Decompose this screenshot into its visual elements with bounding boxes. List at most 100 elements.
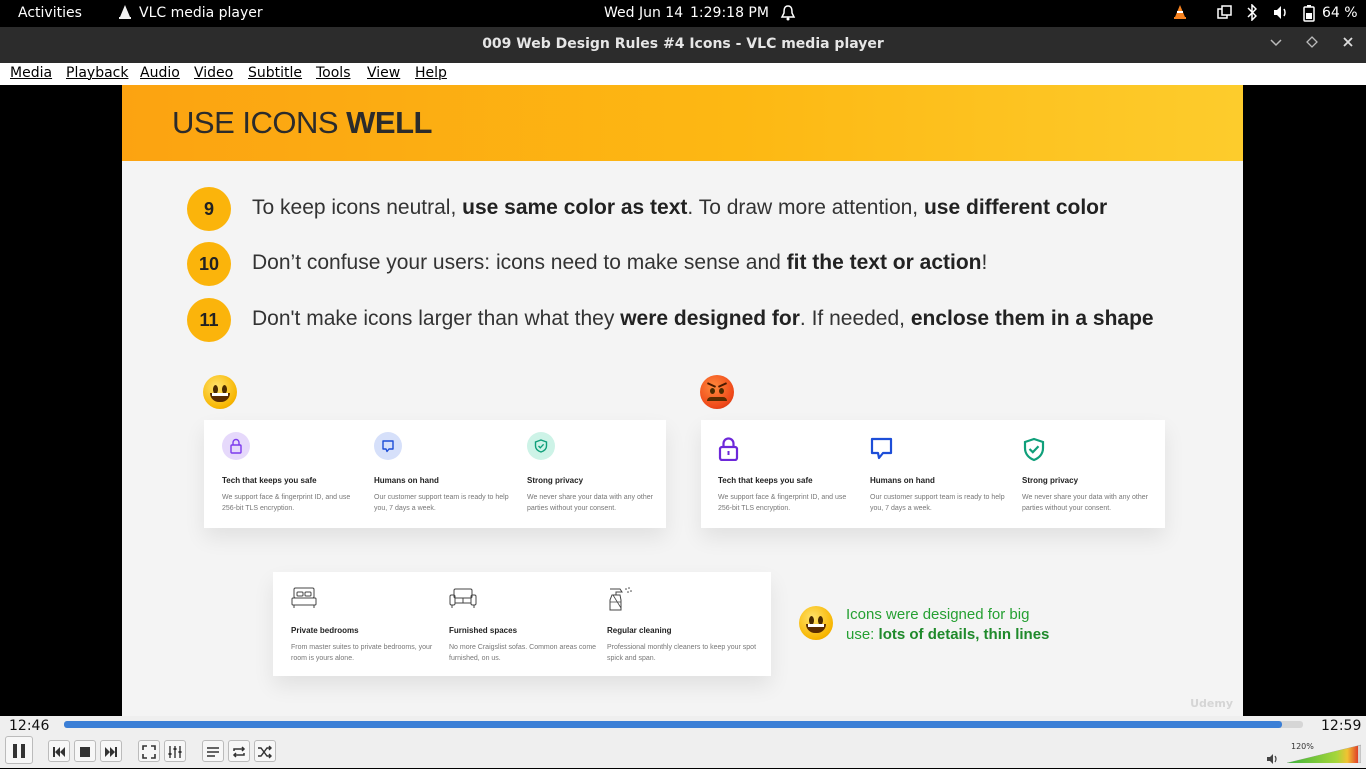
fullscreen-icon — [142, 744, 156, 759]
rule-text-part: Don’t confuse your users: icons need to … — [252, 251, 787, 274]
playlist-icon — [207, 746, 219, 757]
battery-icon[interactable] — [1302, 4, 1316, 26]
feature-title: Humans on hand — [870, 476, 935, 485]
shield-check-icon — [1022, 437, 1046, 467]
menu-media[interactable]: Media — [10, 65, 52, 81]
next-button[interactable] — [100, 740, 122, 762]
rule-text-bold: were designed for — [620, 307, 800, 330]
clock-time[interactable]: 1:29:18 PM — [690, 5, 769, 21]
udemy-watermark: Udemy — [1190, 697, 1233, 710]
rule-text: Don't make icons larger than what they w… — [252, 307, 1154, 331]
menu-bar: Media Playback Audio Video Subtitle Tool… — [0, 63, 1366, 85]
line-icons-card: Private bedrooms From master suites to p… — [273, 572, 771, 676]
feature-desc: We never share your data with any other … — [1022, 494, 1148, 512]
rule-text-bold: use different color — [923, 196, 1108, 219]
rule-text-part: Don't make icons larger than what they — [252, 307, 621, 330]
system-top-bar: Activities VLC media player Wed Jun 14 1… — [0, 0, 1366, 27]
seek-bar[interactable] — [64, 721, 1303, 728]
lock-icon — [718, 437, 740, 465]
rule-number: 10 — [187, 242, 231, 286]
heading-bold: WELL — [346, 105, 432, 140]
rule-9: 9 To keep icons neutral, use same color … — [187, 187, 1237, 231]
maximize-diamond-icon[interactable] — [1302, 35, 1322, 55]
menu-audio[interactable]: Audio — [140, 65, 180, 81]
feature-desc: We never share your data with any other … — [527, 494, 653, 512]
mute-speaker-icon[interactable] — [1266, 750, 1280, 769]
stop-button[interactable] — [74, 740, 96, 762]
slide-banner: USE ICONS WELL — [122, 85, 1243, 161]
menu-playback[interactable]: Playback — [66, 65, 128, 81]
fullscreen-button[interactable] — [138, 740, 160, 762]
rule-text-bold: fit the text or action — [786, 251, 982, 274]
speaker-volume-icon[interactable] — [1273, 5, 1289, 24]
feature-desc: Our customer support team is ready to he… — [870, 494, 1005, 512]
stop-icon — [80, 746, 90, 757]
note-line-2: use: lots of details, thin lines — [846, 625, 1049, 645]
good-example-card: Tech that keeps you safe We support face… — [204, 420, 666, 528]
feature-desc: We support face & fingerprint ID, and us… — [222, 494, 351, 512]
note-line-1: Icons were designed for big — [846, 606, 1030, 623]
elapsed-time[interactable]: 12:46 — [9, 718, 49, 734]
rule-text-part: To keep icons neutral, — [252, 196, 463, 219]
icons-note: Icons were designed for big use: lots of… — [846, 605, 1049, 645]
loop-icon — [232, 745, 246, 758]
rule-number: 11 — [187, 298, 231, 342]
feature-title: Strong privacy — [527, 476, 584, 485]
minimize-chevron-icon[interactable] — [1266, 35, 1286, 55]
note-line-2-bold: lots of details, thin lines — [878, 626, 1050, 643]
rule-number: 9 — [187, 187, 231, 231]
equalizer-sliders-icon — [168, 745, 182, 758]
clock-date[interactable]: Wed Jun 14 — [604, 5, 683, 21]
battery-percent[interactable]: 64 % — [1322, 5, 1358, 21]
pause-button[interactable] — [5, 736, 33, 764]
chat-bubble-icon — [374, 432, 402, 460]
windows-icon[interactable] — [1217, 5, 1232, 24]
activities-button[interactable]: Activities — [18, 5, 82, 21]
vlc-tray-icon[interactable] — [1173, 4, 1187, 24]
happy-emoji-icon — [203, 375, 237, 409]
volume-label: 120% — [1291, 742, 1314, 751]
seek-bar-fill — [64, 721, 1282, 728]
lock-icon — [222, 432, 250, 460]
rule-text: To keep icons neutral, use same color as… — [252, 196, 1107, 220]
rule-text-part: ! — [981, 251, 988, 274]
vlc-cone-icon — [118, 4, 132, 24]
alarm-bell-icon — [780, 4, 796, 26]
feature-title: Regular cleaning — [607, 626, 672, 635]
menu-subtitle[interactable]: Subtitle — [248, 65, 302, 81]
feature-desc: Our customer support team is ready to he… — [374, 494, 509, 512]
menu-video[interactable]: Video — [194, 65, 233, 81]
window-titlebar[interactable]: 009 Web Design Rules #4 Icons - VLC medi… — [0, 27, 1366, 63]
angry-emoji-icon — [700, 375, 734, 409]
shuffle-icon — [258, 745, 272, 758]
rule-text-part: . If needed, — [799, 307, 911, 330]
spray-bottle-icon — [607, 586, 633, 616]
sofa-icon — [449, 586, 477, 614]
total-time[interactable]: 12:59 — [1321, 718, 1361, 734]
rule-11: 11 Don't make icons larger than what the… — [187, 298, 1237, 342]
rule-text-bold: enclose them in a shape — [910, 307, 1154, 330]
extended-settings-button[interactable] — [164, 740, 186, 762]
bed-icon — [291, 586, 317, 614]
feature-desc: Professional monthly cleaners to keep yo… — [607, 644, 757, 662]
feature-title: Tech that keeps you safe — [718, 476, 813, 485]
app-menu-label[interactable]: VLC media player — [139, 5, 263, 21]
shuffle-button[interactable] — [254, 740, 276, 762]
menu-help[interactable]: Help — [415, 65, 447, 81]
menu-view[interactable]: View — [367, 65, 400, 81]
note-line-2-prefix: use: — [846, 626, 879, 643]
loop-button[interactable] — [228, 740, 250, 762]
bluetooth-icon[interactable] — [1247, 3, 1258, 25]
happy-emoji-icon — [799, 606, 833, 640]
video-area[interactable]: USE ICONS WELL 9 To keep icons neutral, … — [0, 85, 1366, 716]
feature-desc: No more Craigslist sofas. Common areas c… — [449, 644, 597, 662]
menu-tools[interactable]: Tools — [316, 65, 351, 81]
previous-button[interactable] — [48, 740, 70, 762]
playlist-button[interactable] — [202, 740, 224, 762]
slide-heading: USE ICONS WELL — [172, 105, 432, 141]
window-title: 009 Web Design Rules #4 Icons - VLC medi… — [482, 36, 884, 52]
volume-slider[interactable]: 120% — [1287, 742, 1361, 763]
shield-check-icon — [527, 432, 555, 460]
close-icon[interactable] — [1338, 35, 1358, 55]
skip-forward-icon — [105, 746, 117, 757]
